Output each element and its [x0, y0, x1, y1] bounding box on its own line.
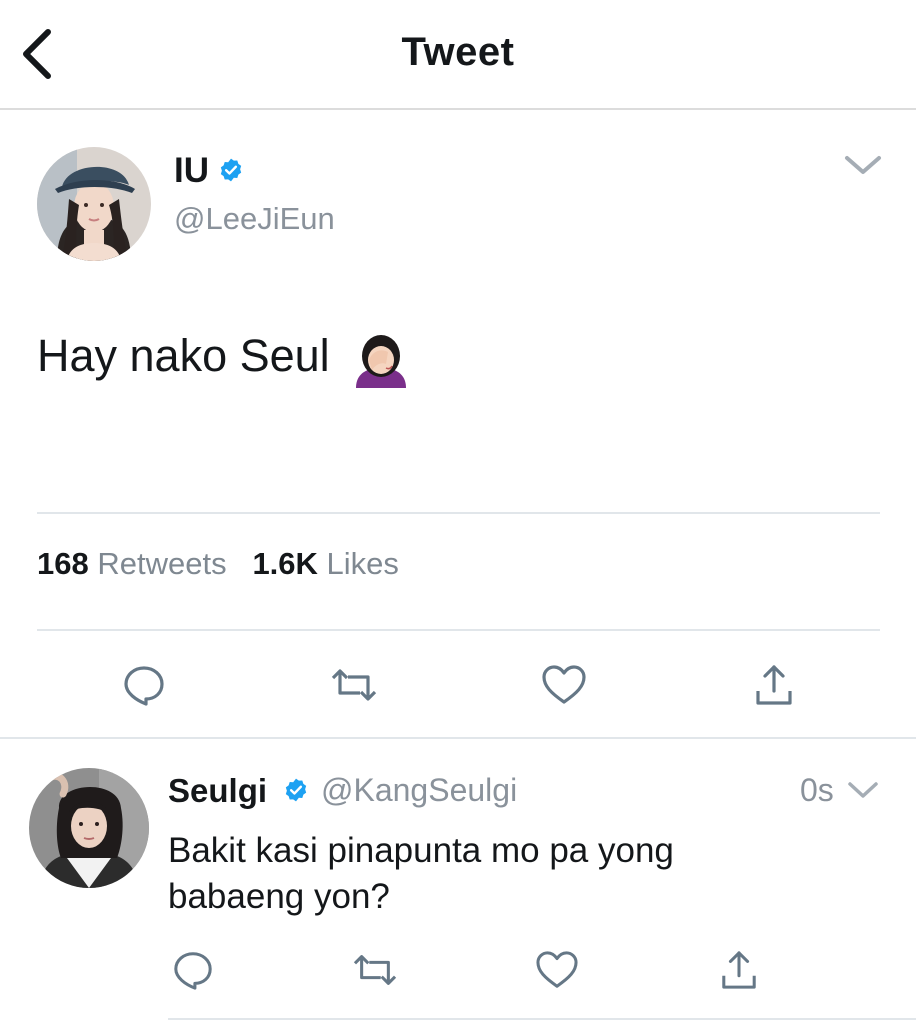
author-handle[interactable]: @LeeJiEun — [174, 201, 335, 237]
like-button[interactable] — [536, 660, 592, 710]
reply-share-button[interactable] — [711, 946, 767, 994]
reply-icon — [174, 952, 212, 990]
share-button[interactable] — [746, 660, 802, 710]
like-icon — [542, 665, 586, 704]
page-title: Tweet — [401, 30, 515, 74]
divider — [168, 1018, 916, 1020]
tweet-body: Hay nako Seul — [37, 330, 330, 381]
tweet-options-button[interactable] — [843, 150, 883, 180]
tweet-text: Hay nako Seul — [37, 330, 410, 389]
reply-author-avatar[interactable] — [29, 768, 149, 888]
reply-like-button[interactable] — [529, 946, 585, 994]
section-divider — [0, 737, 916, 739]
facepalm-emoji — [352, 330, 410, 389]
likes-label[interactable]: Likes — [327, 546, 399, 581]
chevron-down-icon — [845, 156, 881, 174]
divider — [37, 512, 880, 514]
retweet-button[interactable] — [326, 660, 382, 710]
reply-reply-button[interactable] — [165, 946, 221, 994]
retweet-icon — [353, 955, 397, 985]
reply-button[interactable] — [116, 660, 172, 710]
retweet-icon — [331, 669, 377, 701]
author-avatar[interactable] — [37, 147, 151, 261]
reply-author-name[interactable]: Seulgi — [168, 772, 267, 810]
share-icon — [722, 951, 756, 989]
chevron-down-icon — [848, 782, 878, 798]
reply-retweet-button[interactable] — [347, 946, 403, 994]
retweets-count[interactable]: 168 — [37, 546, 89, 581]
engagement-stats: 168 Retweets 1.6K Likes — [37, 546, 399, 582]
reply-author-handle[interactable]: @KangSeulgi — [321, 772, 517, 809]
retweets-label[interactable]: Retweets — [97, 546, 226, 581]
like-icon — [536, 951, 578, 988]
reply-icon — [124, 666, 164, 706]
divider — [37, 629, 880, 631]
reply-options-button[interactable] — [846, 778, 880, 802]
author-name[interactable]: IU — [174, 151, 209, 191]
top-bar: Tweet — [0, 0, 916, 110]
reply-timestamp: 0s — [800, 772, 834, 808]
verified-icon — [218, 157, 244, 183]
verified-icon — [283, 777, 309, 803]
share-icon — [756, 665, 792, 705]
likes-count[interactable]: 1.6K — [252, 546, 317, 581]
reply-text: Bakit kasi pinapunta mo pa yong babaeng … — [168, 831, 674, 916]
